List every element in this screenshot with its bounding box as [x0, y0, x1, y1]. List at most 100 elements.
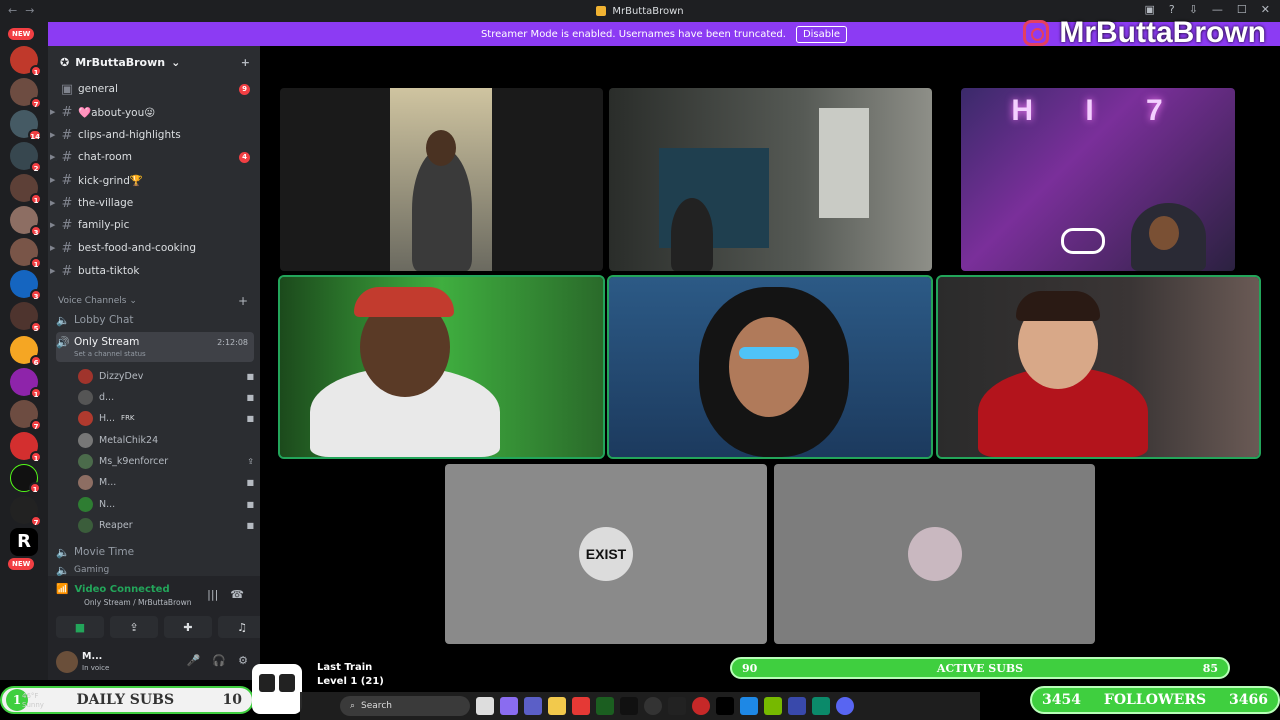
voice-channel-gaming[interactable]: 🔈 Gaming [56, 564, 254, 576]
voice-user[interactable]: M... ■ [78, 472, 254, 492]
video-tile[interactable] [607, 275, 933, 459]
nvidia-icon[interactable] [764, 697, 782, 715]
video-tile[interactable] [278, 275, 605, 459]
server-icon[interactable]: 3 [10, 206, 42, 237]
tiktok-icon[interactable] [620, 697, 638, 715]
app-icon[interactable] [692, 697, 710, 715]
voice-connection-panel: 📶 Video Connected Only Stream / MrButtaBr… [48, 576, 266, 644]
noise-suppression-icon[interactable]: ||| [207, 588, 218, 601]
voice-category[interactable]: Voice Channels ⌄ [58, 296, 137, 306]
video-tile[interactable]: H I 7 [961, 88, 1235, 271]
channel-about-you[interactable]: ▶ # 🩷about-you😜 [50, 102, 256, 122]
soundboard-button[interactable]: ♫ [218, 616, 266, 638]
server-icon[interactable]: 2 [10, 142, 42, 173]
voice-channel-only-stream[interactable]: 🔊 Only Stream 2:12:08 Set a channel stat… [56, 332, 254, 362]
video-tile[interactable] [609, 88, 932, 271]
channel-general[interactable]: ▣ general 9 [52, 79, 256, 99]
server-name: MrButtaBrown [75, 55, 166, 69]
activities-button[interactable]: ✚ [164, 616, 212, 638]
hash-icon: # [61, 172, 73, 188]
voice-user[interactable]: d... ■ [78, 387, 254, 407]
avatar[interactable] [56, 651, 78, 673]
server-icon[interactable]: 1 [10, 432, 42, 463]
video-tile[interactable] [280, 88, 603, 271]
hash-icon: # [61, 149, 73, 165]
server-icon[interactable]: 6 [10, 336, 42, 367]
avatar [78, 410, 93, 426]
camera-button[interactable]: ■ [56, 616, 104, 638]
disconnect-icon[interactable]: ☎ [230, 588, 244, 601]
avatar [78, 453, 93, 469]
active-subs-current: 90 [742, 661, 758, 675]
screen-share-button[interactable]: ⇪ [110, 616, 158, 638]
server-icon[interactable]: 7 [10, 496, 42, 527]
server-icon[interactable]: 5 [10, 302, 42, 333]
add-channel-icon[interactable]: + [238, 294, 248, 308]
headphones-icon[interactable]: 🎧 [212, 654, 226, 667]
server-icon[interactable]: 7 [10, 400, 42, 431]
video-grid: H I 7 EXIST [260, 46, 1280, 656]
file-icon[interactable] [476, 697, 494, 715]
avatar [78, 474, 93, 490]
window-controls[interactable]: ▣? ⇩ — ☐ ✕ [1144, 3, 1270, 16]
channel-family-pic[interactable]: ▶ # family-pic [50, 215, 256, 235]
roblox-server-icon[interactable]: R [10, 528, 38, 556]
server-icon[interactable]: 1 [10, 174, 42, 205]
weather-widget[interactable]: 46°F Sunny [22, 692, 44, 710]
microphone-icon[interactable]: 🎤 [187, 654, 201, 667]
avatar [78, 517, 93, 533]
gear-icon[interactable]: ⚙ [238, 654, 248, 667]
taskbar-search[interactable]: ⌕ Search [340, 696, 470, 716]
channel-best-food[interactable]: ▶ # best-food-and-cooking [50, 238, 256, 258]
video-tile-avatar[interactable]: EXIST [445, 464, 767, 644]
video-tile-avatar[interactable] [774, 464, 1095, 644]
app-logo-icon [596, 6, 607, 16]
channel-chat-room[interactable]: ▶ # chat-room 4 [50, 147, 256, 167]
video-tile[interactable] [936, 275, 1261, 459]
discord-icon[interactable] [836, 697, 854, 715]
channel-kick-grind[interactable]: ▶ # kick-grind🏆 [50, 170, 256, 190]
edge-icon[interactable] [812, 697, 830, 715]
server-icon[interactable]: 1 [10, 368, 42, 399]
server-icon[interactable]: 3 [10, 270, 42, 301]
voice-user[interactable]: Ms_k9enforcer ⇪ [78, 451, 254, 471]
daily-subs-label: DAILY SUBS [76, 692, 175, 708]
voice-channel-movie-time[interactable]: 🔈 Movie Time [56, 541, 254, 563]
voice-user[interactable]: MetalChik24 [78, 430, 254, 450]
invite-icon: + [240, 55, 250, 69]
server-icon[interactable]: 1 [10, 238, 42, 269]
obs-icon[interactable] [644, 697, 662, 715]
app-icon[interactable] [788, 697, 806, 715]
app-icon[interactable] [740, 697, 758, 715]
channel-clips[interactable]: ▶ # clips-and-highlights [50, 125, 256, 145]
teams-icon[interactable] [524, 697, 542, 715]
instagram-icon [1023, 20, 1050, 46]
excel-icon[interactable] [596, 697, 614, 715]
channel-butta-tiktok[interactable]: ▶ # butta-tiktok [50, 261, 256, 281]
hash-icon: # [61, 240, 73, 256]
folder-icon[interactable] [548, 697, 566, 715]
hash-icon: # [61, 195, 73, 211]
voice-user[interactable]: Reaper ■ [78, 515, 254, 535]
kick-server-icon[interactable]: 1 [10, 464, 41, 494]
server-header[interactable]: ✪ MrButtaBrown ⌄ + [48, 46, 260, 78]
voice-user[interactable]: DizzyDev ■ [78, 366, 254, 386]
voice-user[interactable]: H... FRK ■ [78, 408, 254, 428]
hash-icon: # [61, 104, 73, 120]
server-icon[interactable]: 14 [10, 110, 42, 141]
server-icon[interactable]: 7 [10, 78, 42, 109]
server-icon[interactable]: 1 [10, 46, 42, 77]
disable-button[interactable]: Disable [795, 25, 848, 43]
app-icon[interactable] [668, 697, 686, 715]
nav-arrows[interactable]: ←→ [8, 4, 42, 17]
channel-the-village[interactable]: ▶ # the-village [50, 193, 256, 213]
maximize-icon: ☐ [1236, 3, 1247, 16]
voice-user[interactable]: N... ■ [78, 494, 254, 514]
voice-channel-lobby[interactable]: 🔈 Lobby Chat [56, 309, 254, 331]
capcut-icon[interactable] [716, 697, 734, 715]
camera-icon: ■ [246, 499, 254, 509]
camera-icon: ■ [246, 520, 254, 530]
user-name: M... [82, 651, 103, 662]
copilot-icon[interactable] [500, 697, 518, 715]
youtube-icon[interactable] [572, 697, 590, 715]
